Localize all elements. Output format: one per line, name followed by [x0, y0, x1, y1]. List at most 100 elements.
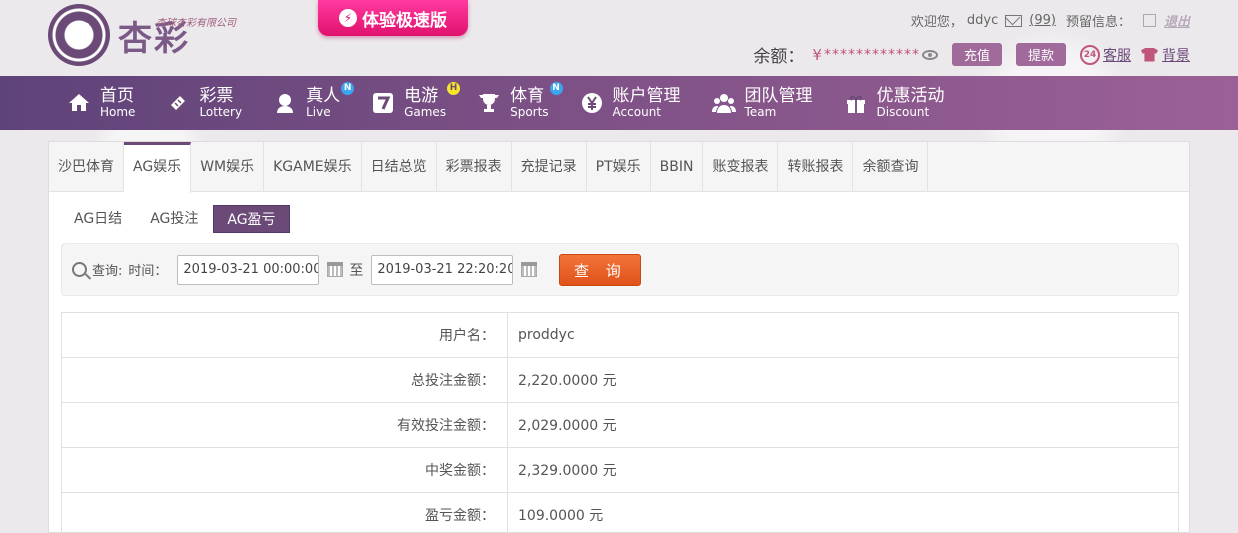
nav-label-cn: 彩票 [199, 86, 234, 106]
report-panel: 沙巴体育 AG娱乐 WM娱乐 KGAME娱乐 日结总览 彩票报表 充提记录 PT… [48, 141, 1190, 533]
main-nav: 首页 Home 彩票 Lottery 真人 Live N 电游 Games H 体育 Sp… [0, 76, 1238, 130]
message-count[interactable]: (99) [1029, 13, 1056, 28]
eye-icon[interactable] [921, 49, 938, 60]
nav-label-cn: 团队管理 [744, 86, 813, 106]
row-label: 有效投注金额： [61, 402, 508, 448]
subtab-ag-profit-loss[interactable]: AG盈亏 [213, 205, 290, 233]
calendar-icon[interactable] [521, 262, 538, 277]
games-icon [370, 90, 396, 116]
row-value: 2,329.0000 元 [507, 447, 1179, 493]
username: ddyc [966, 13, 999, 28]
subtab-ag-bets[interactable]: AG投注 [137, 205, 211, 233]
shirt-icon[interactable] [1141, 47, 1158, 62]
promo-lightning-icon: ⚡ [339, 9, 357, 27]
row-value: 109.0000 元 [507, 492, 1179, 533]
row-label: 用户名： [61, 312, 508, 358]
nav-item-lottery[interactable]: 彩票 Lottery [165, 76, 242, 130]
team-icon [711, 90, 737, 116]
end-time-input[interactable]: 2019-03-21 22:20:20 [371, 254, 514, 285]
tab-shaba-sports[interactable]: 沙巴体育 [49, 142, 124, 192]
table-row: 用户名： proddyc [61, 312, 1179, 358]
notice-label: 预留信息： [1065, 15, 1131, 30]
nav-label-cn: 首页 [100, 86, 134, 106]
nav-label-cn: 电游 [404, 86, 439, 106]
nav-item-home[interactable]: 首页 Home [66, 76, 135, 130]
home-icon [66, 90, 92, 116]
sub-tabs: AG日结 AG投注 AG盈亏 [61, 205, 1189, 233]
row-value: 2,029.0000 元 [507, 402, 1179, 448]
nav-label-en: Team [744, 105, 777, 119]
gift-icon [843, 90, 869, 116]
balance-row: 余额： ¥ ************ 充值 提款 24 客服 背景 [753, 42, 1190, 67]
calendar-icon[interactable] [327, 262, 344, 277]
logo-slogan: 杏球杏彩有限公司 [156, 18, 236, 29]
result-table: 用户名： proddyc 总投注金额： 2,220.0000 元 有效投注金额：… [61, 312, 1179, 533]
hot-badge: H [447, 82, 461, 95]
tab-daily-overview[interactable]: 日结总览 [362, 142, 437, 192]
nav-label-en: Games [404, 105, 447, 119]
nav-label-cn: 账户管理 [612, 86, 681, 106]
yen-icon [579, 90, 605, 116]
tab-balance-query[interactable]: 余额查询 [853, 142, 929, 192]
nav-item-team[interactable]: 团队管理 Team [711, 76, 813, 130]
tab-pt-entertainment[interactable]: PT娱乐 [587, 142, 651, 192]
row-value: 2,220.0000 元 [507, 357, 1179, 403]
balance-currency: ¥ [812, 45, 822, 64]
table-row: 盈亏金额： 109.0000 元 [61, 492, 1179, 533]
nav-item-account[interactable]: 账户管理 Account [579, 76, 681, 130]
subtab-ag-daily[interactable]: AG日结 [61, 205, 135, 233]
table-row: 中奖金额： 2,329.0000 元 [61, 447, 1179, 493]
tab-bbin[interactable]: BBIN [651, 142, 704, 192]
tab-lottery-report[interactable]: 彩票报表 [437, 142, 512, 192]
customer-service-icon[interactable]: 24 [1080, 44, 1100, 65]
promo-button[interactable]: ⚡ 体验极速版 [318, 0, 468, 36]
lottery-icon [165, 90, 191, 116]
user-info: 欢迎您， ddyc (99) 预留信息： 退出 [911, 11, 1190, 30]
table-row: 有效投注金额： 2,029.0000 元 [61, 402, 1179, 448]
nav-label-en: Home [100, 105, 136, 119]
new-badge: N [549, 82, 563, 95]
query-bar: 查询: 时间： 2019-03-21 00:00:00 至 2019-03-21… [61, 243, 1179, 296]
logo-mark-icon [48, 4, 110, 66]
tab-deposit-withdraw[interactable]: 充提记录 [512, 142, 587, 192]
customer-service-link[interactable]: 客服 [1103, 45, 1131, 65]
nav-label-en: Account [612, 105, 661, 119]
mail-icon[interactable] [1005, 14, 1023, 27]
withdraw-button[interactable]: 提款 [1015, 43, 1066, 66]
logout-link[interactable]: 退出 [1164, 11, 1190, 30]
nav-item-discount[interactable]: 优惠活动 Discount [843, 76, 945, 130]
nav-item-sports[interactable]: 体育 Sports N [476, 76, 563, 130]
tab-transfer-report[interactable]: 转账报表 [778, 142, 854, 192]
trophy-icon [476, 90, 502, 116]
row-label: 总投注金额： [61, 357, 508, 403]
tab-kgame-entertainment[interactable]: KGAME娱乐 [264, 142, 362, 192]
nav-label-cn: 真人 [306, 86, 341, 106]
nav-item-live[interactable]: 真人 Live N [272, 76, 355, 130]
new-badge: N [341, 82, 355, 95]
balance-value: ************ [823, 46, 920, 63]
deposit-button[interactable]: 充值 [951, 43, 1002, 66]
time-label: 时间： [128, 264, 168, 279]
edit-icon[interactable] [1142, 14, 1156, 27]
live-icon [272, 90, 298, 116]
promo-label: 体验极速版 [362, 10, 447, 31]
row-value: proddyc [507, 312, 1179, 358]
table-row: 总投注金额： 2,220.0000 元 [61, 357, 1179, 403]
query-button[interactable]: 查 询 [559, 253, 642, 286]
tab-wm-entertainment[interactable]: WM娱乐 [191, 142, 265, 192]
nav-item-games[interactable]: 电游 Games H [370, 76, 461, 130]
nav-label-en: Sports [510, 105, 549, 119]
start-time-input[interactable]: 2019-03-21 00:00:00 [177, 254, 320, 285]
query-label: 查询: [92, 264, 123, 279]
row-label: 中奖金额： [61, 447, 508, 493]
tab-ag-entertainment[interactable]: AG娱乐 [124, 142, 192, 193]
balance-label: 余额： [753, 47, 805, 67]
report-tabs: 沙巴体育 AG娱乐 WM娱乐 KGAME娱乐 日结总览 彩票报表 充提记录 PT… [49, 142, 1189, 193]
nav-label-en: Lottery [199, 105, 243, 119]
nav-label-en: Discount [876, 105, 930, 119]
background-link[interactable]: 背景 [1162, 45, 1190, 65]
tab-account-change[interactable]: 账变报表 [703, 142, 779, 192]
nav-label-cn: 体育 [510, 86, 545, 106]
header: 杏彩 杏球杏彩有限公司 ⚡ 体验极速版 欢迎您， ddyc (99) 预留信息：… [0, 0, 1238, 76]
welcome-text: 欢迎您， [910, 15, 963, 30]
